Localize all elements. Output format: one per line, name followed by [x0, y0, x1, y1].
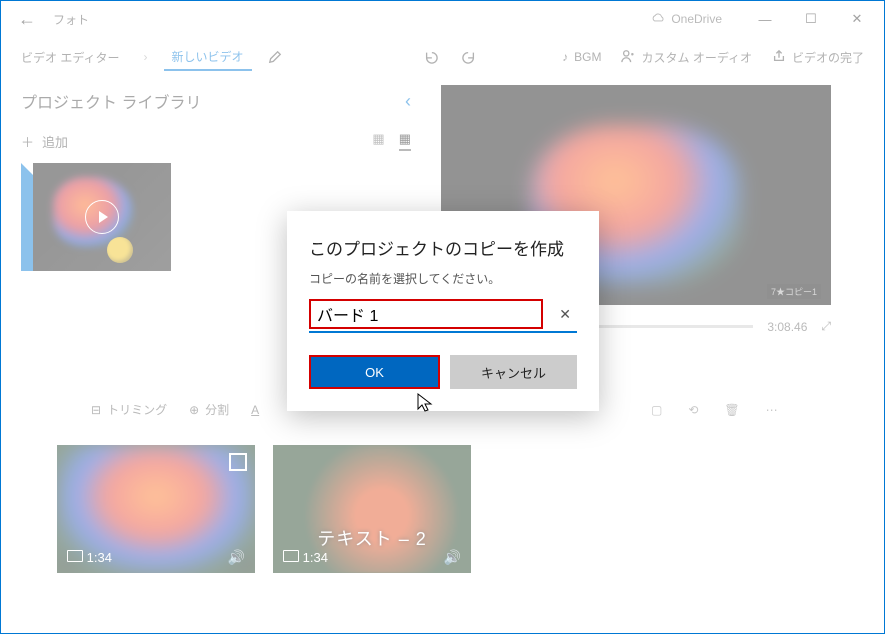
dialog-message: コピーの名前を選択してください。	[309, 270, 577, 287]
project-name-input[interactable]	[309, 299, 543, 329]
clear-input-button[interactable]: ✕	[553, 306, 577, 323]
cancel-button[interactable]: キャンセル	[450, 355, 577, 389]
dialog-title: このプロジェクトのコピーを作成	[309, 235, 577, 260]
ok-button[interactable]: OK	[309, 355, 440, 389]
copy-project-dialog: このプロジェクトのコピーを作成 コピーの名前を選択してください。 ✕ OK キャ…	[287, 211, 599, 411]
